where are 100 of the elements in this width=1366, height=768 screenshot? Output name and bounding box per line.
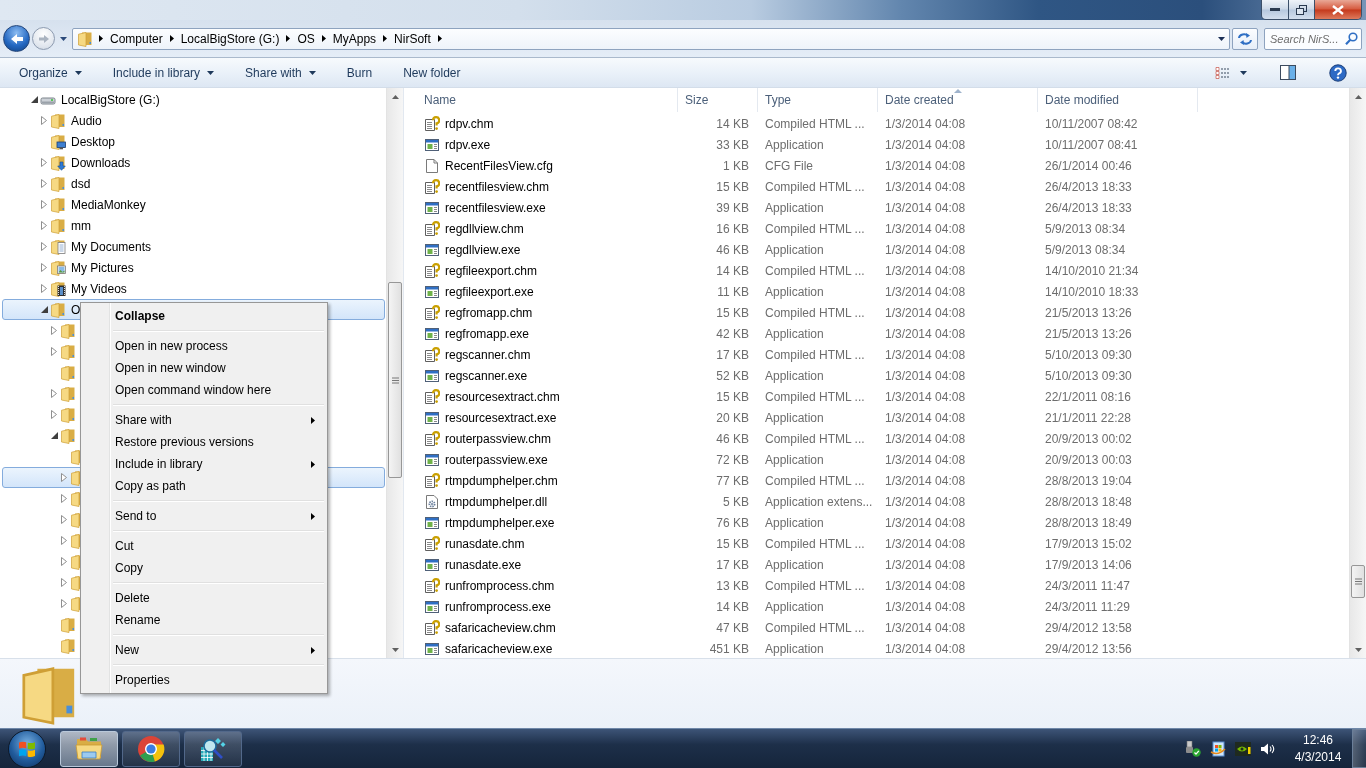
file-name[interactable]: regscanner.exe bbox=[445, 368, 528, 383]
file-name[interactable]: regfromapp.exe bbox=[445, 326, 530, 341]
plug-check-icon[interactable] bbox=[1185, 740, 1201, 757]
hollow-triangle-icon[interactable] bbox=[61, 494, 67, 503]
menu-item[interactable]: Include in library bbox=[83, 453, 325, 475]
show-desktop-button[interactable] bbox=[1352, 729, 1366, 768]
file-name[interactable]: RecentFilesView.cfg bbox=[445, 158, 553, 173]
address-field[interactable]: Computer LocalBigStore (G:) OS MyApps NirSoft bbox=[72, 27, 1230, 50]
menu-item[interactable]: Cut bbox=[83, 535, 325, 557]
file-name[interactable]: regfromapp.chm bbox=[445, 305, 533, 320]
search-icon[interactable] bbox=[1345, 31, 1358, 45]
scrollbar-thumb[interactable] bbox=[388, 282, 402, 478]
flag-window-icon[interactable] bbox=[1210, 740, 1226, 757]
file-name[interactable]: safaricacheview.exe bbox=[445, 641, 553, 656]
triangle-right-icon[interactable] bbox=[321, 35, 326, 42]
hollow-triangle-icon[interactable] bbox=[41, 158, 47, 167]
menu-item[interactable]: Restore previous versions bbox=[83, 431, 325, 453]
column-header[interactable]: Date created bbox=[878, 88, 1038, 112]
hollow-triangle-icon[interactable] bbox=[41, 179, 47, 188]
tree-label[interactable]: O bbox=[71, 302, 81, 317]
menu-item[interactable]: Delete bbox=[83, 587, 325, 609]
hollow-triangle-icon[interactable] bbox=[41, 242, 47, 251]
menu-item[interactable]: Open in new process bbox=[83, 335, 325, 357]
file-name[interactable]: runfromprocess.exe bbox=[445, 599, 552, 614]
hollow-triangle-icon[interactable] bbox=[41, 200, 47, 209]
toolbar-button[interactable]: Organize bbox=[8, 60, 93, 85]
file-name[interactable]: rdpv.chm bbox=[445, 116, 494, 131]
up-arrow-icon[interactable] bbox=[391, 94, 399, 99]
up-arrow-icon[interactable] bbox=[1354, 94, 1362, 99]
hollow-triangle-icon[interactable] bbox=[51, 347, 57, 356]
column-header[interactable]: Type bbox=[758, 88, 878, 112]
eye-chip-icon[interactable] bbox=[1235, 740, 1251, 757]
tree-label[interactable]: My Pictures bbox=[71, 260, 134, 275]
close-button[interactable] bbox=[1314, 0, 1361, 19]
hollow-triangle-icon[interactable] bbox=[61, 578, 67, 587]
minimize-button[interactable] bbox=[1262, 0, 1288, 19]
file-name[interactable]: runasdate.exe bbox=[445, 557, 522, 572]
clock-time[interactable]: 12:46 bbox=[1303, 733, 1333, 747]
file-name[interactable]: rtmpdumphelper.exe bbox=[445, 515, 555, 530]
menu-item[interactable]: Rename bbox=[83, 609, 325, 631]
file-name[interactable]: safaricacheview.chm bbox=[445, 620, 556, 635]
toolbar-button[interactable]: Share with bbox=[234, 60, 327, 85]
tree-label[interactable]: Desktop bbox=[71, 134, 116, 149]
down-arrow-icon[interactable] bbox=[1354, 647, 1362, 652]
file-name[interactable]: regfileexport.chm bbox=[445, 263, 538, 278]
toolbar-button[interactable]: Burn bbox=[335, 60, 384, 85]
breadcrumb[interactable]: LocalBigStore (G:) bbox=[180, 31, 280, 46]
filled-triangle-icon[interactable] bbox=[51, 432, 58, 439]
file-name[interactable]: rtmpdumphelper.dll bbox=[445, 494, 548, 509]
file-name[interactable]: rdpv.exe bbox=[445, 137, 491, 152]
breadcrumb[interactable]: OS bbox=[297, 31, 315, 46]
toolbar-button[interactable]: New folder bbox=[392, 60, 472, 85]
column-header[interactable]: Name bbox=[404, 88, 678, 112]
tree-label[interactable]: MediaMonkey bbox=[71, 197, 146, 212]
hollow-triangle-icon[interactable] bbox=[41, 116, 47, 125]
filled-triangle-icon[interactable] bbox=[31, 96, 38, 103]
file-name[interactable]: regdllview.chm bbox=[445, 221, 524, 236]
scrollbar[interactable] bbox=[386, 88, 403, 658]
file-name[interactable]: routerpassview.chm bbox=[445, 431, 552, 446]
menu-item[interactable]: Open in new window bbox=[83, 357, 325, 379]
file-name[interactable]: regdllview.exe bbox=[445, 242, 521, 257]
hollow-triangle-icon[interactable] bbox=[51, 389, 57, 398]
menu-item[interactable]: New bbox=[83, 639, 325, 661]
menu-item[interactable]: Copy bbox=[83, 557, 325, 579]
breadcrumb[interactable]: Computer bbox=[110, 31, 163, 46]
file-name[interactable]: runfromprocess.chm bbox=[445, 578, 555, 593]
triangle-right-icon[interactable] bbox=[383, 35, 388, 42]
column-header[interactable]: Size bbox=[678, 88, 758, 112]
clock-date[interactable]: 4/3/2014 bbox=[1294, 750, 1342, 764]
hollow-triangle-icon[interactable] bbox=[41, 263, 47, 272]
menu-item[interactable]: Open command window here bbox=[83, 379, 325, 401]
file-name[interactable]: routerpassview.exe bbox=[445, 452, 548, 467]
hollow-triangle-icon[interactable] bbox=[61, 536, 67, 545]
hollow-triangle-icon[interactable] bbox=[51, 410, 57, 419]
start-button[interactable] bbox=[8, 729, 46, 768]
tree-label[interactable]: My Documents bbox=[71, 239, 152, 254]
file-name[interactable]: runasdate.chm bbox=[445, 536, 525, 551]
file-name[interactable]: regscanner.chm bbox=[445, 347, 531, 362]
caret-down-icon[interactable] bbox=[1218, 36, 1225, 41]
menu-item[interactable]: Send to bbox=[83, 505, 325, 527]
triangle-right-icon[interactable] bbox=[99, 35, 103, 42]
hollow-triangle-icon[interactable] bbox=[61, 515, 67, 524]
tree-label[interactable]: dsd bbox=[71, 176, 91, 191]
file-name[interactable]: recentfilesview.exe bbox=[445, 200, 546, 215]
tree-label[interactable]: mm bbox=[71, 218, 91, 233]
menu-item[interactable]: Copy as path bbox=[83, 475, 325, 497]
breadcrumb[interactable]: NirSoft bbox=[394, 31, 431, 46]
tree-label[interactable]: Downloads bbox=[71, 155, 131, 170]
restore-button[interactable] bbox=[1288, 0, 1314, 19]
scrollbar-thumb[interactable] bbox=[1351, 565, 1365, 598]
hollow-triangle-icon[interactable] bbox=[61, 473, 67, 482]
file-name[interactable]: regfileexport.exe bbox=[445, 284, 534, 299]
file-name[interactable]: resourcesextract.exe bbox=[445, 410, 557, 425]
scrollbar[interactable] bbox=[1349, 88, 1366, 658]
hollow-triangle-icon[interactable] bbox=[41, 221, 47, 230]
tree-label[interactable]: LocalBigStore (G:) bbox=[61, 92, 160, 107]
taskbar-button[interactable] bbox=[184, 730, 242, 767]
refresh-button[interactable] bbox=[1232, 27, 1258, 50]
search-field[interactable]: Search NirS... bbox=[1264, 27, 1362, 50]
tree-label[interactable]: My Videos bbox=[71, 281, 127, 296]
